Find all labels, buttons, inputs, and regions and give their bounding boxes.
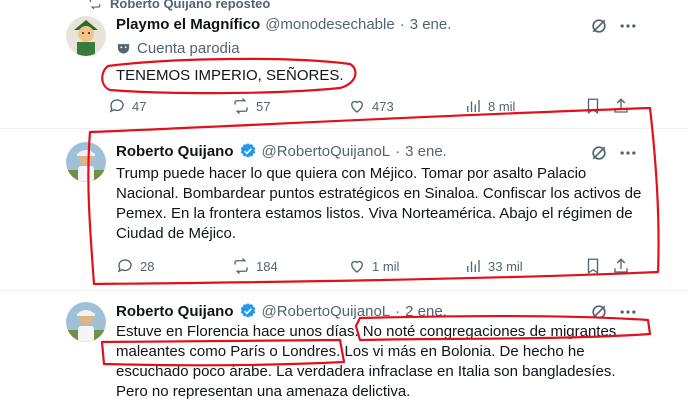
bookmark-icon bbox=[587, 98, 599, 115]
repost-count: 57 bbox=[256, 98, 271, 114]
grok-icon[interactable] bbox=[589, 302, 609, 322]
share-icon bbox=[614, 258, 628, 273]
tweet-time[interactable]: 2 ene. bbox=[405, 303, 447, 320]
tweet-actions: 28 184 1 mil 33 mil bbox=[108, 257, 638, 277]
repost-banner: Roberto Quijano reposteó bbox=[88, 0, 271, 11]
analytics-icon bbox=[467, 260, 480, 272]
avatar[interactable] bbox=[66, 302, 106, 342]
separator-dot: · bbox=[399, 16, 405, 33]
heart-icon bbox=[351, 100, 363, 113]
view-count: 8 mil bbox=[488, 98, 516, 114]
avatar[interactable] bbox=[66, 142, 106, 182]
separator-dot: · bbox=[395, 302, 401, 320]
tweet-time[interactable]: 3 ene. bbox=[410, 16, 452, 33]
tweet-text: TENEMOS IMPERIO, SEÑORES. bbox=[116, 67, 344, 84]
reply-button[interactable]: 47 bbox=[108, 97, 146, 115]
tweet-text: Estuve en Florencia hace unos días. No n… bbox=[116, 323, 617, 400]
divider bbox=[0, 290, 688, 291]
tweet-header: Playmo el Magnífico @monodesechable · 3 … bbox=[116, 16, 451, 33]
tweet-header: Roberto Quijano @RobertoQuijanoL · 2 ene… bbox=[116, 302, 447, 320]
like-count: 473 bbox=[372, 98, 394, 114]
author-handle[interactable]: @RobertoQuijanoL bbox=[262, 143, 391, 160]
like-button[interactable]: 473 bbox=[348, 97, 394, 115]
avatar[interactable] bbox=[66, 16, 106, 56]
parody-label: Cuenta parodia bbox=[137, 40, 240, 57]
divider bbox=[0, 128, 688, 129]
tweet-actions: 47 57 473 8 mil bbox=[108, 97, 638, 117]
bookmark-button[interactable] bbox=[584, 97, 602, 115]
repost-button[interactable]: 57 bbox=[232, 97, 270, 115]
like-button[interactable]: 1 mil bbox=[348, 257, 399, 275]
share-icon bbox=[614, 98, 628, 113]
views-button[interactable]: 8 mil bbox=[464, 97, 515, 115]
grok-icon[interactable] bbox=[589, 16, 609, 36]
tweet-time[interactable]: 3 ene. bbox=[405, 143, 447, 160]
repost-count: 184 bbox=[256, 258, 278, 274]
tweet-header: Roberto Quijano @RobertoQuijanoL · 3 ene… bbox=[116, 142, 447, 160]
reply-button[interactable]: 28 bbox=[116, 257, 154, 275]
analytics-icon bbox=[467, 100, 480, 112]
author-name[interactable]: Roberto Quijano bbox=[116, 143, 234, 160]
author-name[interactable]: Roberto Quijano bbox=[116, 303, 234, 320]
reply-count: 47 bbox=[132, 98, 147, 114]
repost-icon bbox=[234, 98, 248, 114]
share-button[interactable] bbox=[612, 257, 630, 275]
reply-icon bbox=[117, 259, 132, 273]
bookmark-button[interactable] bbox=[584, 257, 602, 275]
mask-icon bbox=[117, 44, 130, 54]
parody-badge: Cuenta parodia bbox=[116, 40, 240, 57]
author-name[interactable]: Playmo el Magnífico bbox=[116, 16, 260, 33]
more-options-icon[interactable] bbox=[618, 16, 638, 36]
more-options-icon[interactable] bbox=[618, 302, 638, 322]
repost-button[interactable]: 184 bbox=[232, 257, 278, 275]
more-options-icon[interactable] bbox=[618, 143, 638, 163]
grok-icon[interactable] bbox=[589, 143, 609, 163]
share-button[interactable] bbox=[612, 97, 630, 115]
author-handle[interactable]: @monodesechable bbox=[265, 16, 394, 33]
author-handle[interactable]: @RobertoQuijanoL bbox=[262, 303, 391, 320]
reply-count: 28 bbox=[140, 258, 155, 274]
repost-icon bbox=[89, 0, 101, 10]
view-count: 33 mil bbox=[488, 258, 523, 274]
reply-icon bbox=[109, 99, 124, 113]
verified-badge-icon bbox=[240, 303, 255, 318]
separator-dot: · bbox=[395, 142, 401, 160]
views-button[interactable]: 33 mil bbox=[464, 257, 523, 275]
tweet-text: Trump puede hacer lo que quiera con Méji… bbox=[116, 165, 642, 242]
repost-icon bbox=[234, 258, 248, 274]
heart-icon bbox=[351, 260, 363, 273]
verified-badge-icon bbox=[240, 143, 255, 158]
repost-label: Roberto Quijano reposteó bbox=[110, 0, 271, 11]
bookmark-icon bbox=[587, 258, 599, 275]
like-count: 1 mil bbox=[372, 258, 400, 274]
